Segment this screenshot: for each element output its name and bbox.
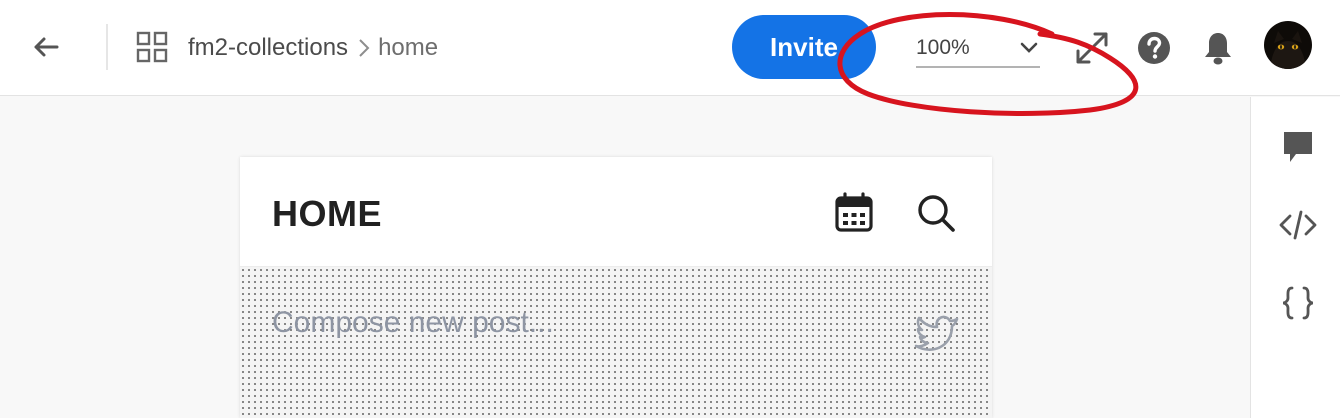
avatar[interactable] — [1264, 21, 1312, 69]
code-icon — [1279, 210, 1317, 240]
cat-avatar-icon — [1264, 21, 1312, 69]
arrow-left-icon — [34, 37, 59, 57]
zoom-value: 100% — [916, 36, 970, 59]
top-bar: fm2-collections home Invite 100% — [0, 0, 1340, 96]
expand-icon — [1076, 32, 1108, 64]
artboard-preview: HOME — [240, 157, 992, 418]
grid-icon[interactable] — [136, 31, 168, 63]
app-header: HOME — [240, 157, 992, 267]
breadcrumb: fm2-collections home — [188, 33, 438, 63]
comments-button[interactable] — [1278, 127, 1318, 167]
help-icon — [1138, 32, 1170, 64]
back-button[interactable] — [26, 29, 66, 65]
compose-area — [240, 267, 992, 418]
notifications-button[interactable] — [1198, 26, 1238, 70]
breadcrumb-project[interactable]: fm2-collections — [188, 33, 348, 63]
divider — [106, 24, 108, 70]
fullscreen-button[interactable] — [1072, 26, 1112, 70]
compose-input[interactable] — [272, 303, 832, 343]
bell-icon — [1205, 33, 1231, 65]
search-icon — [918, 195, 955, 232]
page-title: HOME — [272, 193, 382, 234]
properties-button[interactable] — [1278, 283, 1318, 323]
calendar-button[interactable] — [834, 191, 874, 233]
comment-icon — [1284, 132, 1312, 162]
zoom-select[interactable]: 100% — [916, 32, 1040, 68]
calendar-icon — [835, 192, 873, 232]
chevron-down-icon — [1020, 42, 1038, 53]
right-panel — [1250, 97, 1340, 418]
search-button[interactable] — [914, 191, 958, 235]
chevron-right-icon — [358, 38, 370, 58]
help-button[interactable] — [1134, 26, 1174, 70]
code-button[interactable] — [1278, 205, 1318, 245]
breadcrumb-page[interactable]: home — [378, 33, 438, 63]
braces-icon — [1282, 286, 1314, 320]
invite-button[interactable]: Invite — [732, 15, 876, 79]
twitter-bird-icon[interactable] — [914, 313, 960, 353]
